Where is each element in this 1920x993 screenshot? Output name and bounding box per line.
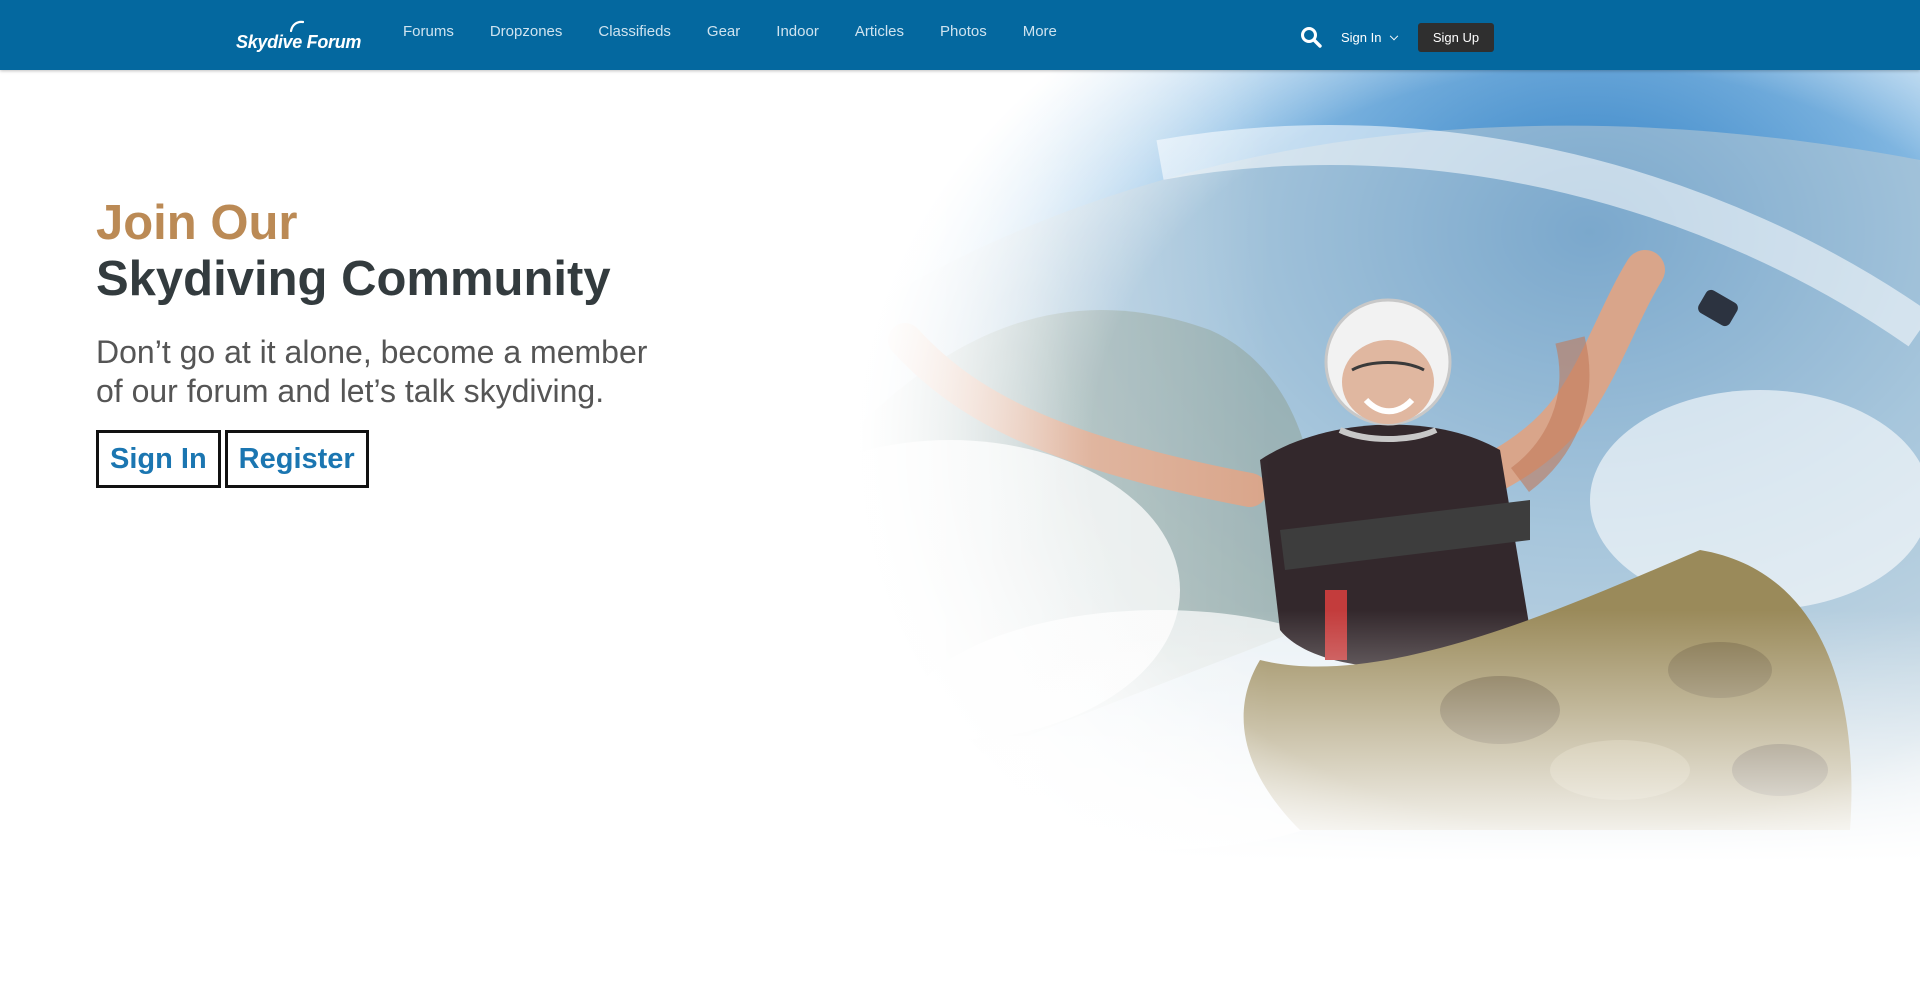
headline-accent: Join Our	[96, 196, 298, 250]
top-navigation-bar: Skydive Forum Forums Dropzones Classifie…	[0, 0, 1920, 70]
main-nav: Forums Dropzones Classifieds Gear Indoor…	[385, 0, 1075, 70]
chevron-down-icon	[1389, 31, 1399, 41]
hero-subtext: Don’t go at it alone, become a member of…	[96, 334, 648, 409]
hero-signin-button[interactable]: Sign In	[96, 430, 221, 488]
site-logo[interactable]: Skydive Forum	[236, 20, 361, 52]
nav-articles[interactable]: Articles	[837, 0, 922, 67]
signup-button[interactable]: Sign Up	[1418, 23, 1494, 52]
hero-content: Join Our Skydiving Community Don’t go at…	[96, 195, 716, 488]
signin-dropdown[interactable]: Sign In	[1341, 28, 1399, 48]
headline-main: Skydiving Community	[96, 252, 611, 306]
search-button[interactable]	[1300, 26, 1324, 50]
nav-classifieds[interactable]: Classifieds	[580, 0, 689, 67]
nav-forums[interactable]: Forums	[385, 0, 472, 67]
nav-gear[interactable]: Gear	[689, 0, 758, 67]
hero-photo-illustration	[740, 70, 1920, 970]
hero-register-button[interactable]: Register	[224, 430, 369, 488]
search-icon	[1301, 27, 1322, 48]
nav-more[interactable]: More	[1005, 0, 1075, 67]
hero-cta-group: Sign In Register	[96, 430, 716, 488]
signin-dropdown-label: Sign In	[1341, 30, 1382, 45]
parachute-arc-icon	[290, 20, 304, 32]
nav-dropzones[interactable]: Dropzones	[472, 0, 581, 67]
hero-skydiver-photo	[740, 70, 1920, 970]
nav-indoor[interactable]: Indoor	[758, 0, 837, 67]
nav-photos[interactable]: Photos	[922, 0, 1005, 67]
